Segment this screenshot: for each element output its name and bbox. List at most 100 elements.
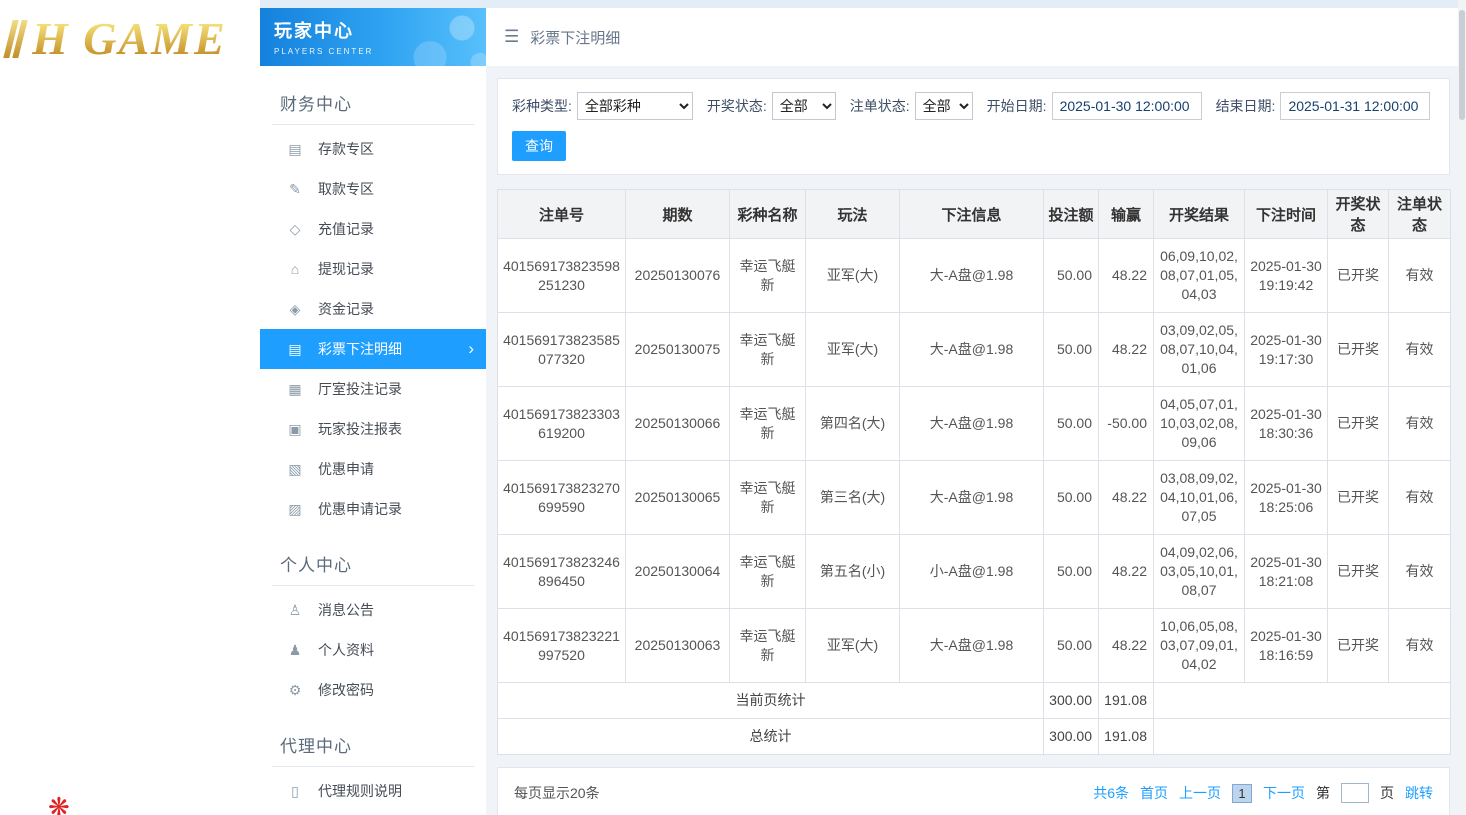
start-date-input[interactable] <box>1052 92 1202 120</box>
cell-lottery-name: 幸运飞艇新 <box>730 313 806 387</box>
cell-order-id: 401569173823221997520 <box>498 609 626 683</box>
cell-play-type: 亚军(大) <box>806 313 900 387</box>
cell-bet-amount: 50.00 <box>1044 313 1099 387</box>
table-header-row: 注单号 期数 彩种名称 玩法 下注信息 投注额 <box>498 190 1451 239</box>
end-date-label: 结束日期: <box>1216 96 1276 116</box>
cell-draw-result: 06,09,10,02,08,07,01,05,04,03 <box>1154 239 1245 313</box>
cell-win-loss: 48.22 <box>1099 609 1154 683</box>
page-prefix-text: 第 <box>1316 783 1330 803</box>
topbar: ☰ 彩票下注明细 <box>486 8 1458 66</box>
table-row: 401569173823246896450 20250130064 幸运飞艇新 … <box>498 535 1451 609</box>
sidebar-item[interactable]: ⌂ 提现记录 › <box>260 249 486 289</box>
sidebar-item[interactable]: ▦ 代理团队统计 › <box>260 811 486 815</box>
column-header: 开奖状态 <box>1328 190 1389 239</box>
sidebar-item[interactable]: ▨ 优惠申请记录 › <box>260 489 486 529</box>
end-date-input[interactable] <box>1280 92 1430 120</box>
cell-bet-amount: 50.00 <box>1044 387 1099 461</box>
menu-item-icon: ▣ <box>286 421 304 438</box>
sidebar-item-label: 个人资料 <box>318 640 374 660</box>
chevron-right-icon: › <box>468 339 474 359</box>
jump-page-input[interactable] <box>1341 783 1369 803</box>
sidebar-item[interactable]: ▧ 优惠申请 › <box>260 449 486 489</box>
sidebar-item[interactable]: ▯ 代理规则说明 › <box>260 771 486 811</box>
cell-order-status: 有效 <box>1389 239 1451 313</box>
sidebar-item[interactable]: ⚙ 修改密码 › <box>260 670 486 710</box>
prev-page-link[interactable]: 上一页 <box>1179 783 1221 803</box>
cell-bet-time: 2025-01-30 18:16:59 <box>1245 609 1328 683</box>
sidebar-item[interactable]: ▤ 存款专区 › <box>260 129 486 169</box>
cell-bet-info: 大-A盘@1.98 <box>900 609 1044 683</box>
sidebar-item[interactable]: ♟ 个人资料 › <box>260 630 486 670</box>
cell-play-type: 第四名(大) <box>806 387 900 461</box>
page-suffix-text: 页 <box>1380 783 1394 803</box>
cell-bet-info: 小-A盘@1.98 <box>900 535 1044 609</box>
cell-order-status: 有效 <box>1389 609 1451 683</box>
sidebar-item-label: 修改密码 <box>318 680 374 700</box>
draw-status-select[interactable]: 全部 <box>772 92 836 120</box>
menu-item-icon: ♟ <box>286 642 304 659</box>
lottery-type-select[interactable]: 全部彩种 <box>577 92 693 120</box>
cell-win-loss: 48.22 <box>1099 535 1154 609</box>
summary-current-spacer <box>1154 683 1451 719</box>
cell-play-type: 亚军(大) <box>806 609 900 683</box>
scrollbar-thumb[interactable] <box>1459 10 1465 120</box>
cell-period: 20250130063 <box>626 609 730 683</box>
menu-item-icon: ▦ <box>286 381 304 398</box>
cell-order-status: 有效 <box>1389 387 1451 461</box>
sidebar-item[interactable]: ✎ 取款专区 › <box>260 169 486 209</box>
cell-draw-status: 已开奖 <box>1328 609 1389 683</box>
next-page-link[interactable]: 下一页 <box>1263 783 1305 803</box>
menu-section-agent: 代理中心 <box>272 726 474 767</box>
cell-period: 20250130066 <box>626 387 730 461</box>
menu-toggle-icon[interactable]: ☰ <box>504 27 519 47</box>
sidebar-item[interactable]: ◇ 充值记录 › <box>260 209 486 249</box>
sidebar-item-label: 充值记录 <box>318 219 374 239</box>
sidebar-item[interactable]: ▦ 厅室投注记录 › <box>260 369 486 409</box>
search-button[interactable]: 查询 <box>512 131 566 161</box>
cell-play-type: 亚军(大) <box>806 239 900 313</box>
scrollbar[interactable] <box>1458 0 1466 815</box>
sidebar-item[interactable]: ♙ 消息公告 › <box>260 590 486 630</box>
cell-win-loss: 48.22 <box>1099 461 1154 535</box>
sidebar-item-label: 消息公告 <box>318 600 374 620</box>
order-status-select[interactable]: 全部 <box>915 92 973 120</box>
column-header: 输赢 <box>1099 190 1154 239</box>
current-page-badge[interactable]: 1 <box>1232 784 1252 803</box>
jump-button[interactable]: 跳转 <box>1405 783 1433 803</box>
sidebar-item[interactable]: ◈ 资金记录 › <box>260 289 486 329</box>
column-header: 下注时间 <box>1245 190 1328 239</box>
cell-lottery-name: 幸运飞艇新 <box>730 609 806 683</box>
cell-win-loss: 48.22 <box>1099 239 1154 313</box>
cell-draw-result: 03,08,09,02,04,10,01,06,07,05 <box>1154 461 1245 535</box>
cell-bet-amount: 50.00 <box>1044 239 1099 313</box>
sidebar-item-label: 玩家投注报表 <box>318 419 402 439</box>
summary-total-label: 总统计 <box>498 719 1044 755</box>
sidebar-header: 玩家中心 PLAYERS CENTER <box>260 8 486 66</box>
sidebar-item-label: 厅室投注记录 <box>318 379 402 399</box>
table-row: 401569173823585077320 20250130075 幸运飞艇新 … <box>498 313 1451 387</box>
cell-lottery-name: 幸运飞艇新 <box>730 461 806 535</box>
sidebar-item[interactable]: ▤ 彩票下注明细 › <box>260 329 486 369</box>
cell-bet-time: 2025-01-30 18:25:06 <box>1245 461 1328 535</box>
menu-item-icon: ▤ <box>286 341 304 358</box>
cell-bet-amount: 50.00 <box>1044 461 1099 535</box>
cell-draw-status: 已开奖 <box>1328 387 1389 461</box>
sidebar-item[interactable]: ▣ 玩家投注报表 › <box>260 409 486 449</box>
cell-play-type: 第五名(小) <box>806 535 900 609</box>
summary-total-bet-total: 300.00 <box>1044 719 1099 755</box>
cell-draw-status: 已开奖 <box>1328 313 1389 387</box>
main-area: ☰ 彩票下注明细 彩种类型: 全部彩种 开奖状态: 全部 注单状态: 全部 <box>486 8 1458 815</box>
column-header: 下注信息 <box>900 190 1044 239</box>
app-shell: 玩家中心 PLAYERS CENTER 财务中心 ▤ 存款专区 › ✎ 取款专区… <box>260 0 1458 815</box>
sidebar-item-label: 优惠申请 <box>318 459 374 479</box>
menu-item-icon: ▧ <box>286 461 304 478</box>
cell-win-loss: -50.00 <box>1099 387 1154 461</box>
cell-period: 20250130075 <box>626 313 730 387</box>
first-page-link[interactable]: 首页 <box>1140 783 1168 803</box>
logo-pane: H GAME ❋ <box>0 0 260 815</box>
sidebar-item-label: 优惠申请记录 <box>318 499 402 519</box>
summary-total-winloss-total: 191.08 <box>1099 719 1154 755</box>
page-size-text: 每页显示20条 <box>514 783 600 803</box>
menu-item-icon: ▯ <box>286 783 304 800</box>
cell-lottery-name: 幸运飞艇新 <box>730 387 806 461</box>
